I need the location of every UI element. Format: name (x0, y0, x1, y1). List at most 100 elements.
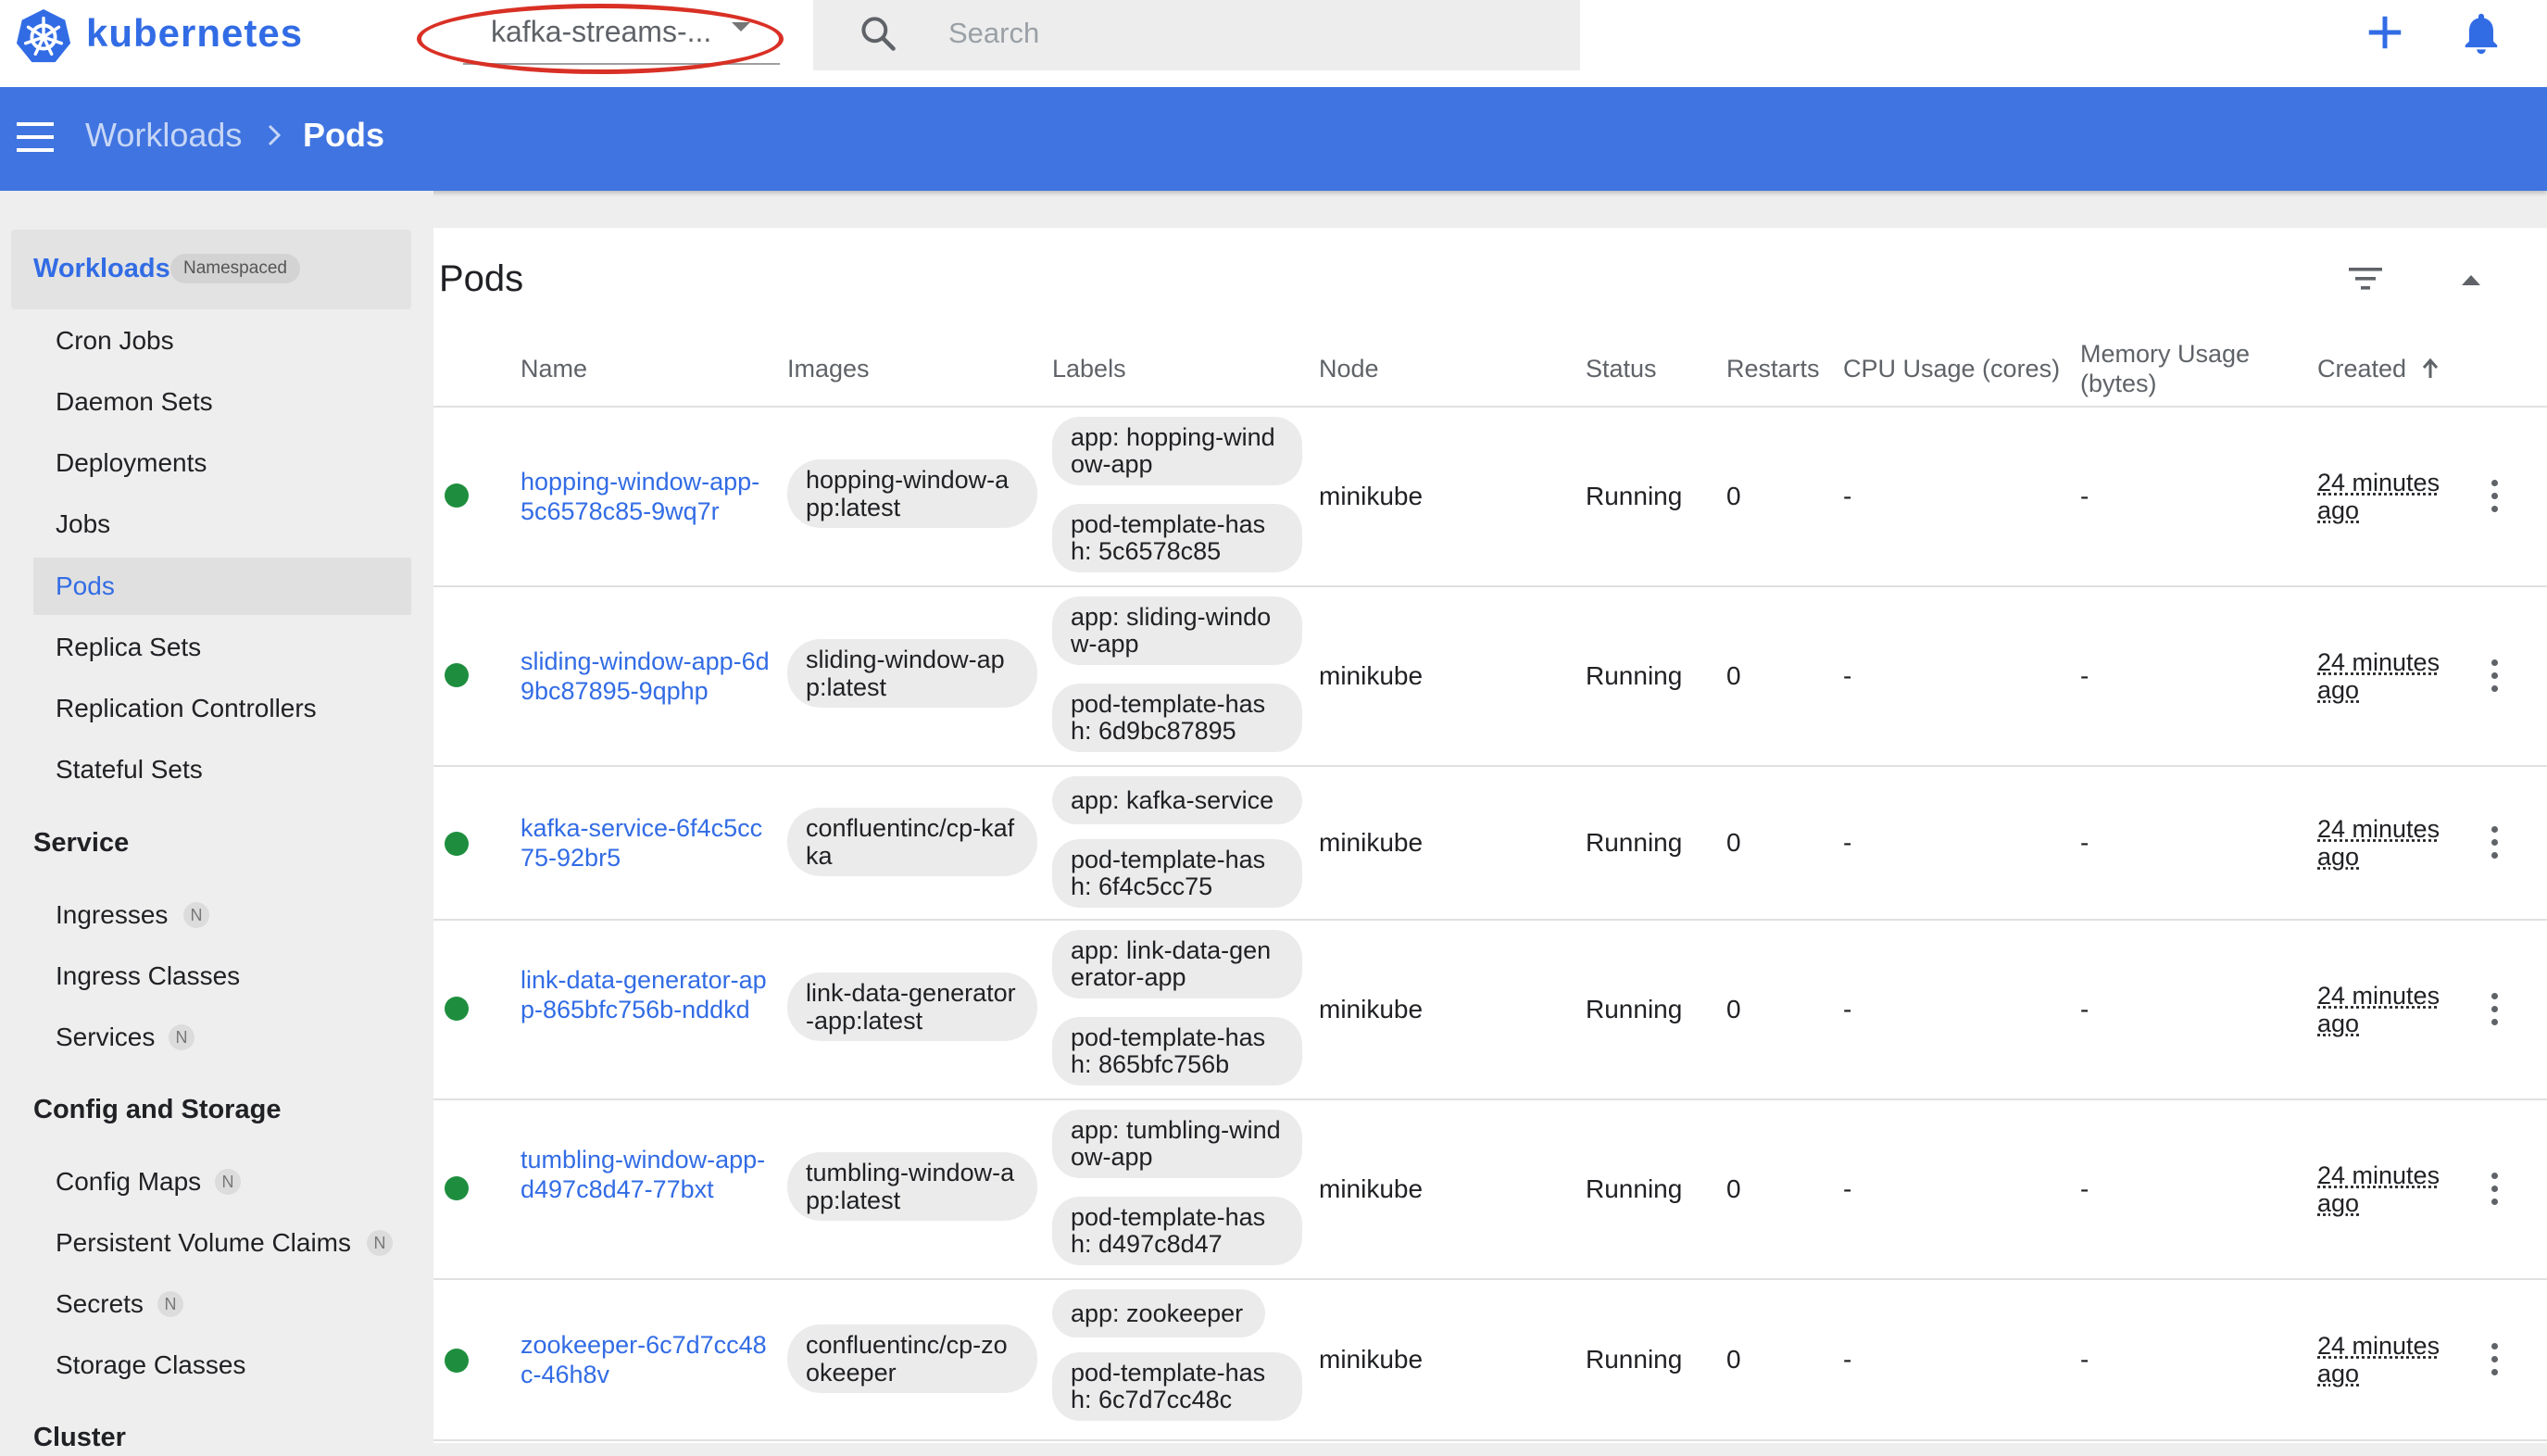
search-input[interactable] (948, 11, 1541, 56)
status-running-icon (445, 663, 469, 687)
column-header-node[interactable]: Node (1319, 354, 1379, 383)
image-chip: hopping-window-app:latest (787, 459, 1037, 528)
column-header-name[interactable]: Name (521, 354, 587, 383)
status-running-icon (445, 483, 469, 508)
sidebar-heading-service[interactable]: Service (33, 824, 129, 861)
restarts-value: 0 (1726, 661, 1741, 691)
sidebar-section-workloads[interactable]: Workloads Namespaced (11, 230, 411, 309)
memory-value: - (2080, 1174, 2089, 1204)
pod-name-link[interactable]: zookeeper-6c7d7cc48c-46h8v (521, 1330, 771, 1389)
more-vert-icon[interactable] (2490, 480, 2499, 513)
namespaced-marker: N (169, 1024, 194, 1050)
kubernetes-logo[interactable] (15, 7, 72, 65)
status-value: Running (1586, 1345, 1682, 1374)
bell-icon[interactable] (2460, 9, 2503, 56)
namespace-selector[interactable]: kafka-streams-... (463, 0, 780, 65)
created-value: 24 minutes ago (2317, 815, 2456, 871)
sidebar-item-jobs[interactable]: Jobs (33, 496, 411, 553)
plus-icon[interactable] (2364, 11, 2406, 54)
cpu-value: - (1843, 828, 1851, 858)
sidebar-item-persistent-volume-claims[interactable]: Persistent Volume Claims N (33, 1214, 411, 1272)
filter-icon[interactable] (2347, 265, 2384, 293)
sidebar-heading-config-storage[interactable]: Config and Storage (33, 1091, 281, 1128)
sidebar-workloads-label: Workloads (33, 250, 170, 287)
collapse-icon[interactable] (2460, 270, 2482, 287)
column-header-restarts: Restarts (1726, 354, 1820, 383)
brand-name[interactable]: kubernetes (86, 6, 303, 61)
pod-name-link[interactable]: link-data-generator-app-865bfc756b-nddkd (521, 965, 771, 1024)
node-value: minikube (1319, 482, 1423, 511)
memory-value: - (2080, 828, 2089, 858)
cpu-value: - (1843, 1345, 1851, 1374)
created-value: 24 minutes ago (2317, 469, 2456, 524)
image-chip: sliding-window-app:latest (787, 639, 1037, 708)
search-bar[interactable] (813, 0, 1580, 70)
cpu-value: - (1843, 1174, 1851, 1204)
pod-name-link[interactable]: sliding-window-app-6d9bc87895-9qphp (521, 646, 771, 706)
namespaced-marker: N (157, 1291, 183, 1317)
pod-name-link[interactable]: tumbling-window-app-d497c8d47-77bxt (521, 1145, 771, 1204)
breadcrumb-workloads[interactable]: Workloads (85, 115, 242, 156)
more-vert-icon[interactable] (2490, 659, 2499, 693)
image-chip: link-data-generator-app:latest (787, 973, 1037, 1041)
label-chip: app: zookeeper (1052, 1289, 1265, 1337)
status-value: Running (1586, 1174, 1682, 1204)
sidebar-item-stateful-sets[interactable]: Stateful Sets (33, 741, 411, 798)
created-header-label: Created (2317, 355, 2406, 383)
label-chip: pod-template-hash: 5c6578c85 (1052, 504, 1302, 572)
image-chip: confluentinc/cp-zookeeper (787, 1324, 1037, 1393)
sidebar-item-storage-classes[interactable]: Storage Classes (33, 1337, 411, 1394)
label-chip: pod-template-hash: 865bfc756b (1052, 1017, 1302, 1086)
sidebar-item-cron-jobs[interactable]: Cron Jobs (33, 312, 411, 370)
node-value: minikube (1319, 1345, 1423, 1374)
restarts-value: 0 (1726, 828, 1741, 858)
column-header-memory: Memory Usage (bytes) (2080, 339, 2293, 398)
column-header-images: Images (787, 354, 870, 383)
sidebar-item-pods[interactable]: Pods (33, 558, 411, 615)
sidebar-item-services[interactable]: Services N (33, 1009, 411, 1066)
label-chip: pod-template-hash: d497c8d47 (1052, 1197, 1302, 1265)
status-running-icon (445, 832, 469, 856)
sidebar-item-ingresses[interactable]: Ingresses N (33, 886, 411, 944)
label-chip: pod-template-hash: 6d9bc87895 (1052, 684, 1302, 752)
pod-name-link[interactable]: kafka-service-6f4c5cc75-92br5 (521, 813, 771, 872)
sidebar-item-config-maps[interactable]: Config Maps N (33, 1153, 411, 1211)
search-icon (858, 13, 898, 54)
pods-card: Pods Name Images Labels Node Status Rest… (433, 228, 2547, 1443)
sidebar-item-ingress-classes[interactable]: Ingress Classes (33, 948, 411, 1005)
sidebar-item-secrets[interactable]: Secrets N (33, 1275, 411, 1333)
created-value: 24 minutes ago (2317, 1161, 2456, 1217)
sidebar-item-daemon-sets[interactable]: Daemon Sets (33, 373, 411, 431)
more-vert-icon[interactable] (2490, 1343, 2499, 1376)
sidebar-item-replica-sets[interactable]: Replica Sets (33, 619, 411, 676)
node-value: minikube (1319, 661, 1423, 691)
cpu-value: - (1843, 482, 1851, 511)
column-header-status[interactable]: Status (1586, 354, 1657, 383)
image-chip: confluentinc/cp-kafka (787, 808, 1037, 876)
more-vert-icon[interactable] (2490, 1173, 2499, 1206)
label-chip: app: tumbling-window-app (1052, 1110, 1302, 1178)
restarts-value: 0 (1726, 1345, 1741, 1374)
app-header: Workloads Pods (0, 87, 2547, 191)
menu-icon[interactable] (17, 122, 54, 152)
sidebar-heading-cluster[interactable]: Cluster (33, 1419, 126, 1456)
status-value: Running (1586, 828, 1682, 858)
table-row: hopping-window-app-5c6578c85-9wq7r hoppi… (433, 408, 2547, 587)
restarts-value: 0 (1726, 995, 1741, 1024)
sidebar-item-replication-controllers[interactable]: Replication Controllers (33, 680, 411, 737)
memory-value: - (2080, 995, 2089, 1024)
more-vert-icon[interactable] (2490, 826, 2499, 860)
namespaced-marker: N (367, 1230, 393, 1256)
more-vert-icon[interactable] (2490, 993, 2499, 1026)
sidebar-item-deployments[interactable]: Deployments (33, 434, 411, 492)
column-header-labels: Labels (1052, 354, 1126, 383)
pod-name-link[interactable]: hopping-window-app-5c6578c85-9wq7r (521, 467, 771, 526)
table-row: kafka-service-6f4c5cc75-92br5 confluenti… (433, 767, 2547, 921)
memory-value: - (2080, 482, 2089, 511)
namespaced-marker: N (215, 1169, 241, 1195)
column-header-created[interactable]: Created (2317, 354, 2440, 383)
table-row: tumbling-window-app-d497c8d47-77bxt tumb… (433, 1100, 2547, 1280)
created-value: 24 minutes ago (2317, 982, 2456, 1037)
label-chip: pod-template-hash: 6f4c5cc75 (1052, 839, 1302, 908)
namespaced-badge: Namespaced (170, 254, 300, 283)
